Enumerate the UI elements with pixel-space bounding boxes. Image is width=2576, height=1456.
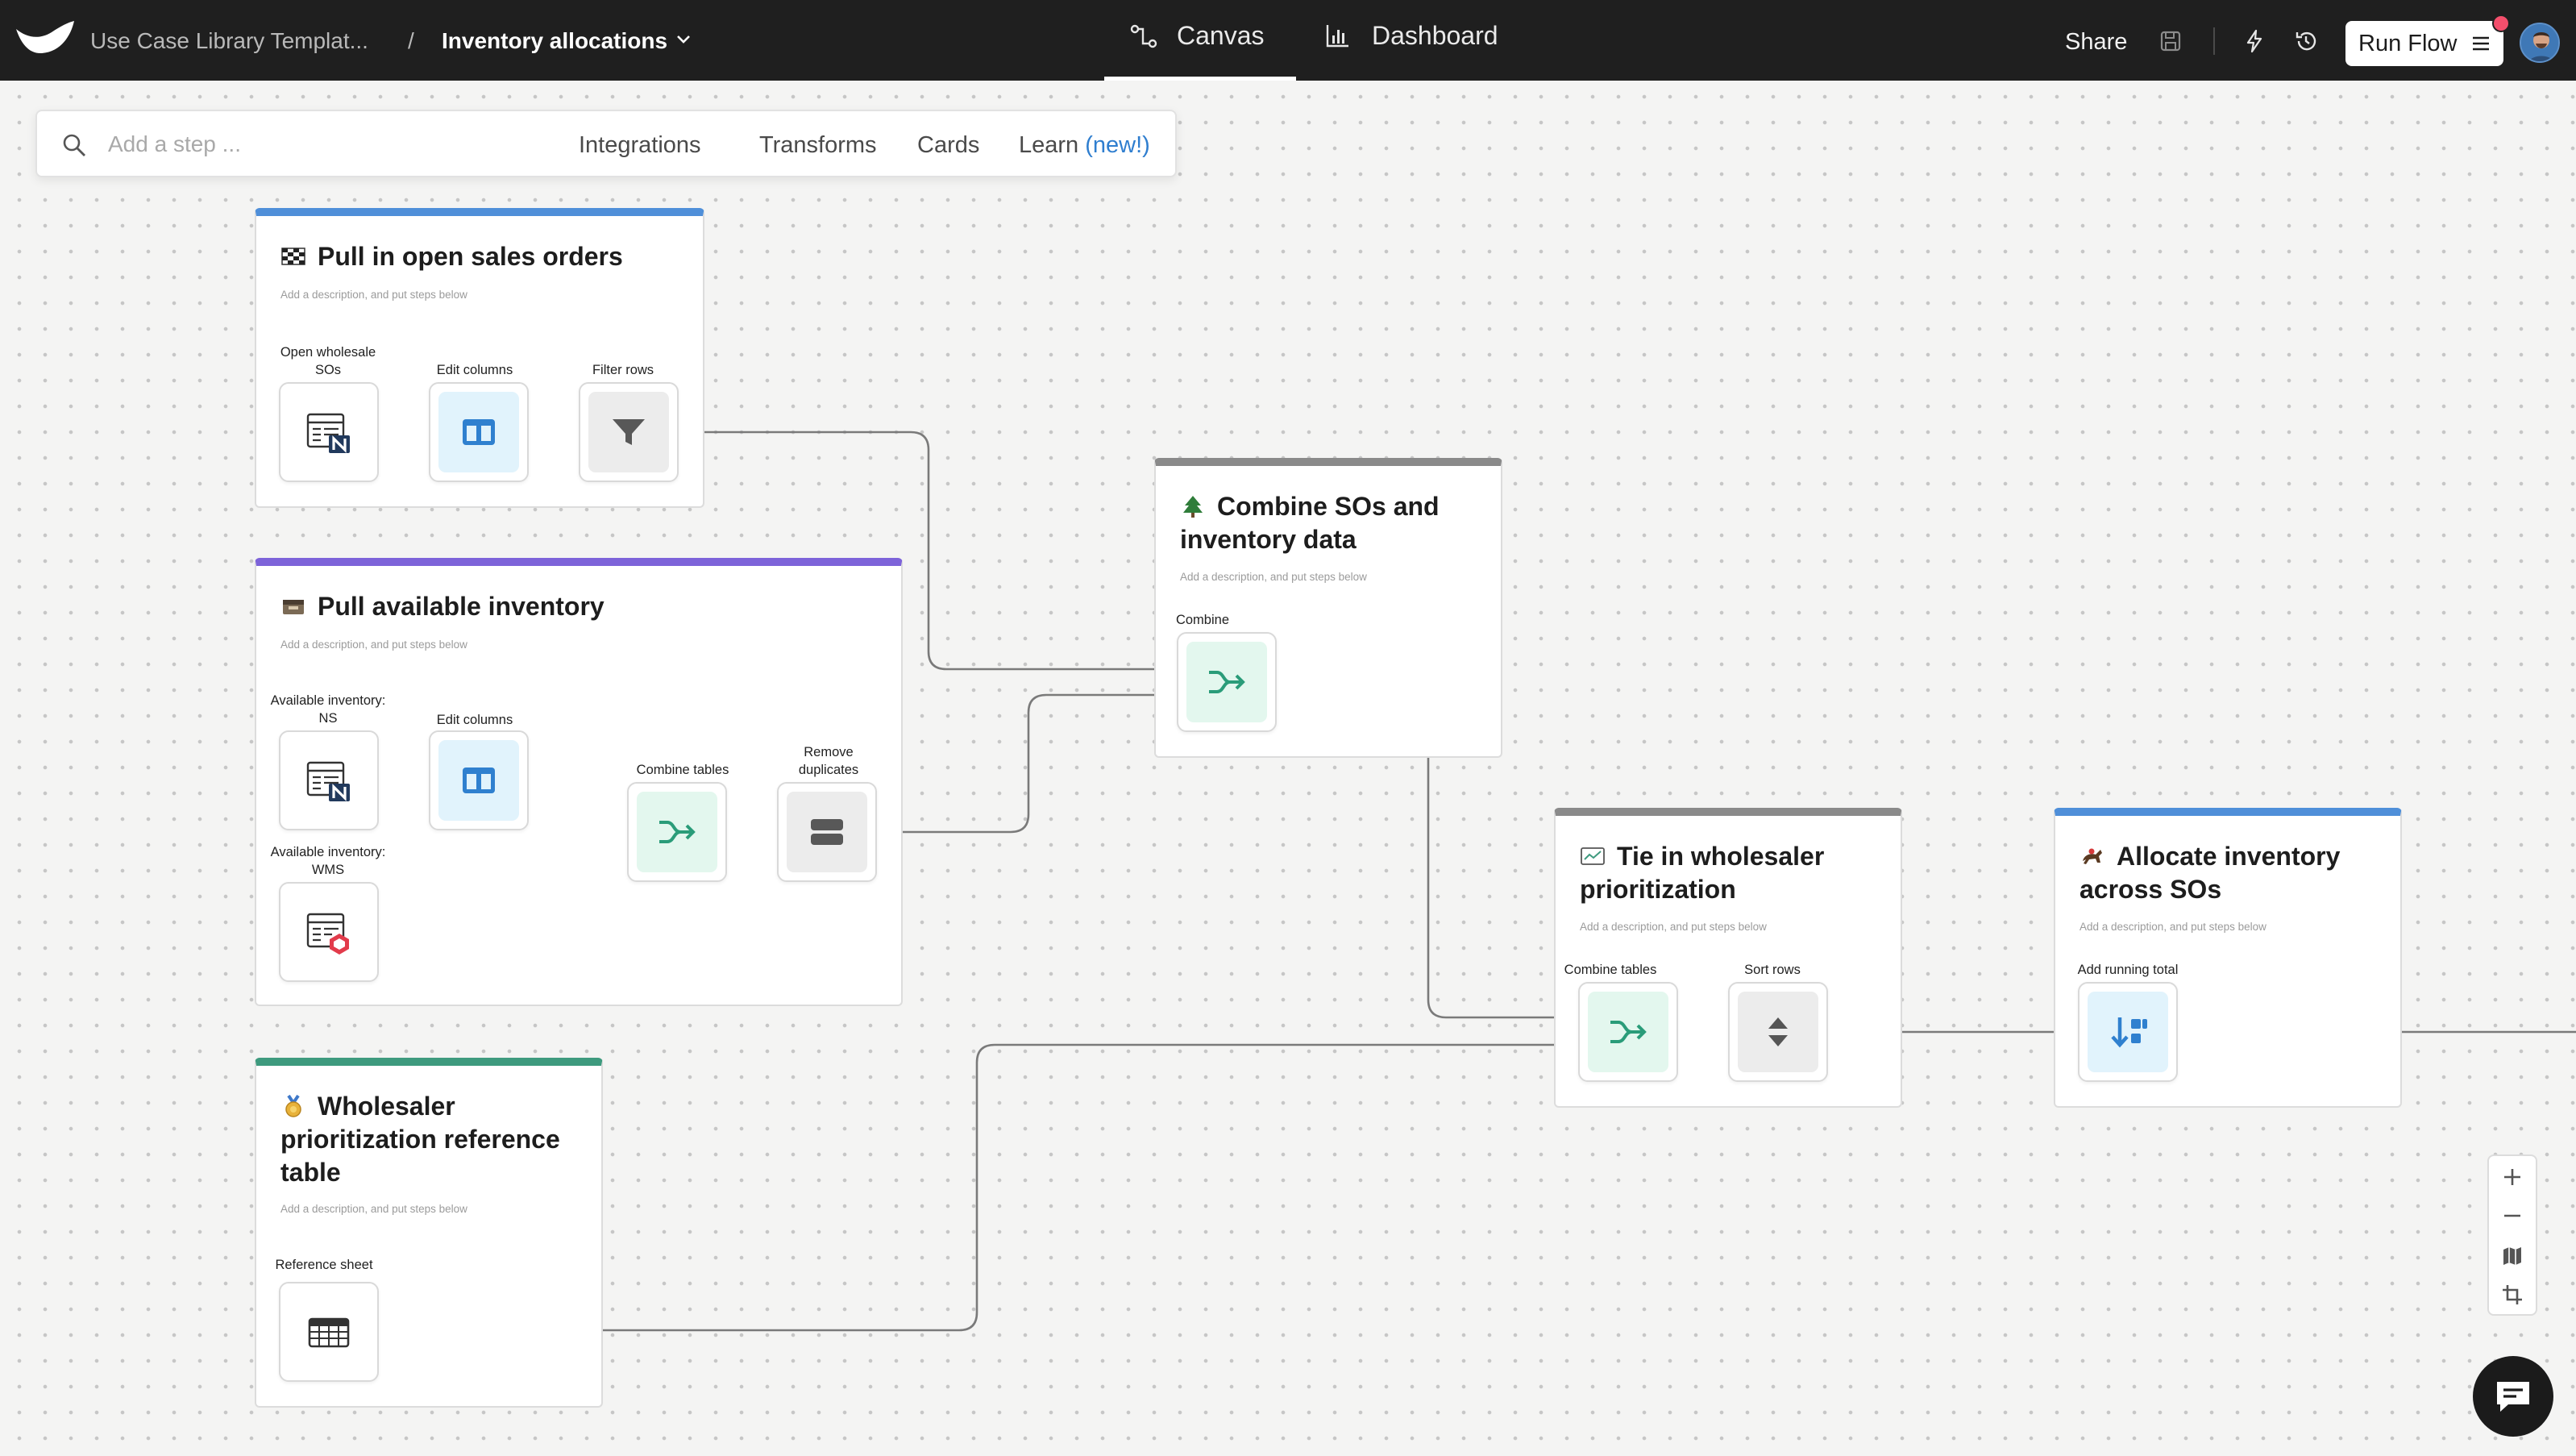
combine-icon: [1209, 671, 1245, 693]
node-inner: [2088, 992, 2168, 1072]
step-node-combine-tables[interactable]: [1177, 632, 1277, 732]
card-title: Pull available inventory: [280, 590, 877, 623]
card-description[interactable]: Add a description, and put steps below: [280, 1203, 467, 1215]
step-node-edit-columns[interactable]: [429, 730, 529, 830]
step-label: Edit columns: [436, 713, 513, 727]
zoom-controls: [2487, 1154, 2537, 1316]
step-node-available-inventory-wms[interactable]: [279, 882, 379, 982]
step-label: Available inventory: WMS: [270, 845, 386, 877]
step-node-edit-columns[interactable]: [429, 382, 529, 482]
node-inner: [289, 892, 369, 972]
chat-button[interactable]: [2473, 1356, 2553, 1437]
medal-icon: [285, 1095, 301, 1117]
node-inner: [588, 392, 669, 472]
card-title-text: Pull available inventory: [318, 592, 605, 621]
node-inner: [637, 792, 717, 872]
card-title: Combine SOs and inventory data: [1180, 490, 1486, 556]
card-title: Pull in open sales orders: [280, 240, 683, 273]
step-node-remove-duplicates[interactable]: [777, 782, 877, 882]
card-title-text: Combine SOs and inventory data: [1180, 492, 1440, 554]
card-title: Wholesaler prioritization reference tabl…: [280, 1090, 587, 1189]
columns-icon: [463, 768, 495, 793]
step-label: Sort rows: [1744, 963, 1801, 977]
node-inner: [1588, 992, 1668, 1072]
step-node-add-running-total[interactable]: [2078, 982, 2178, 1082]
step-node-filter-rows[interactable]: [579, 382, 679, 482]
netsuite-table-icon: [306, 413, 350, 453]
card-description[interactable]: Add a description, and put steps below: [280, 639, 467, 651]
step-label: Remove duplicates: [798, 745, 859, 777]
node-inner: [438, 740, 519, 821]
step-label: Combine tables: [636, 763, 729, 777]
card-title-text: Tie in wholesaler prioritization: [1580, 842, 1825, 904]
step-label: Add running total: [2077, 963, 2179, 977]
zoom-in-icon: [2504, 1169, 2520, 1185]
node-inner: [438, 392, 519, 472]
spreadsheet-icon: [308, 1317, 350, 1348]
fit-view-icon: [2503, 1285, 2522, 1304]
step-node-sort-rows[interactable]: [1728, 982, 1828, 1082]
step-node-combine-tables[interactable]: [627, 782, 727, 882]
step-label: Combine tables: [1564, 963, 1657, 977]
columns-icon: [463, 419, 495, 445]
card-description[interactable]: Add a description, and put steps below: [1180, 571, 1367, 583]
step-label: Available inventory: NS: [270, 693, 386, 726]
card-description[interactable]: Add a description, and put steps below: [2079, 921, 2266, 933]
combine-icon: [659, 821, 696, 843]
card-title-text: Wholesaler prioritization reference tabl…: [280, 1092, 560, 1187]
node-inner: [289, 392, 369, 472]
step-label: Reference sheet: [275, 1258, 373, 1272]
card-title: Allocate inventory across SOs: [2079, 840, 2386, 906]
card-title-text: Allocate inventory across SOs: [2079, 842, 2341, 904]
sort-icon: [1768, 1017, 1788, 1046]
node-inner: [1186, 642, 1267, 722]
step-label: Filter rows: [592, 363, 654, 377]
step-label: Edit columns: [436, 363, 513, 377]
running-total-icon: [2111, 1017, 2147, 1048]
zoom-out-button[interactable]: [2489, 1195, 2536, 1233]
node-inner: [289, 1292, 369, 1372]
card-description[interactable]: Add a description, and put steps below: [1580, 921, 1767, 933]
step-node-reference-sheet[interactable]: [279, 1282, 379, 1382]
fit-view-button[interactable]: [2489, 1274, 2536, 1312]
card-description[interactable]: Add a description, and put steps below: [280, 289, 467, 301]
combine-icon: [1610, 1021, 1647, 1043]
step-label: Open wholesale SOs: [280, 345, 376, 377]
card-title-text: Pull in open sales orders: [318, 242, 623, 271]
chat-icon: [2497, 1382, 2529, 1412]
step-node-combine-tables[interactable]: [1578, 982, 1678, 1082]
node-inner: [1738, 992, 1818, 1072]
remove-duplicates-icon: [811, 819, 843, 845]
step-node-available-inventory-ns[interactable]: [279, 730, 379, 830]
zoom-in-button[interactable]: [2489, 1156, 2536, 1195]
step-node-open-wholesale-sos[interactable]: [279, 382, 379, 482]
node-inner: [289, 740, 369, 821]
zoom-out-icon: [2504, 1214, 2520, 1217]
card-title: Tie in wholesaler prioritization: [1580, 840, 1886, 906]
chequered-flag-icon: [281, 248, 305, 265]
node-inner: [787, 792, 867, 872]
chart-card-icon: [1581, 847, 1605, 865]
minimap-button[interactable]: [2489, 1235, 2536, 1274]
netsuite-table-icon: [306, 761, 350, 801]
minimap-icon: [2503, 1247, 2521, 1265]
horse-racing-icon: [2083, 848, 2102, 864]
card-box-icon: [283, 600, 304, 614]
filter-icon: [613, 419, 645, 445]
wms-table-icon: [306, 913, 349, 955]
evergreen-tree-icon: [1183, 496, 1203, 518]
